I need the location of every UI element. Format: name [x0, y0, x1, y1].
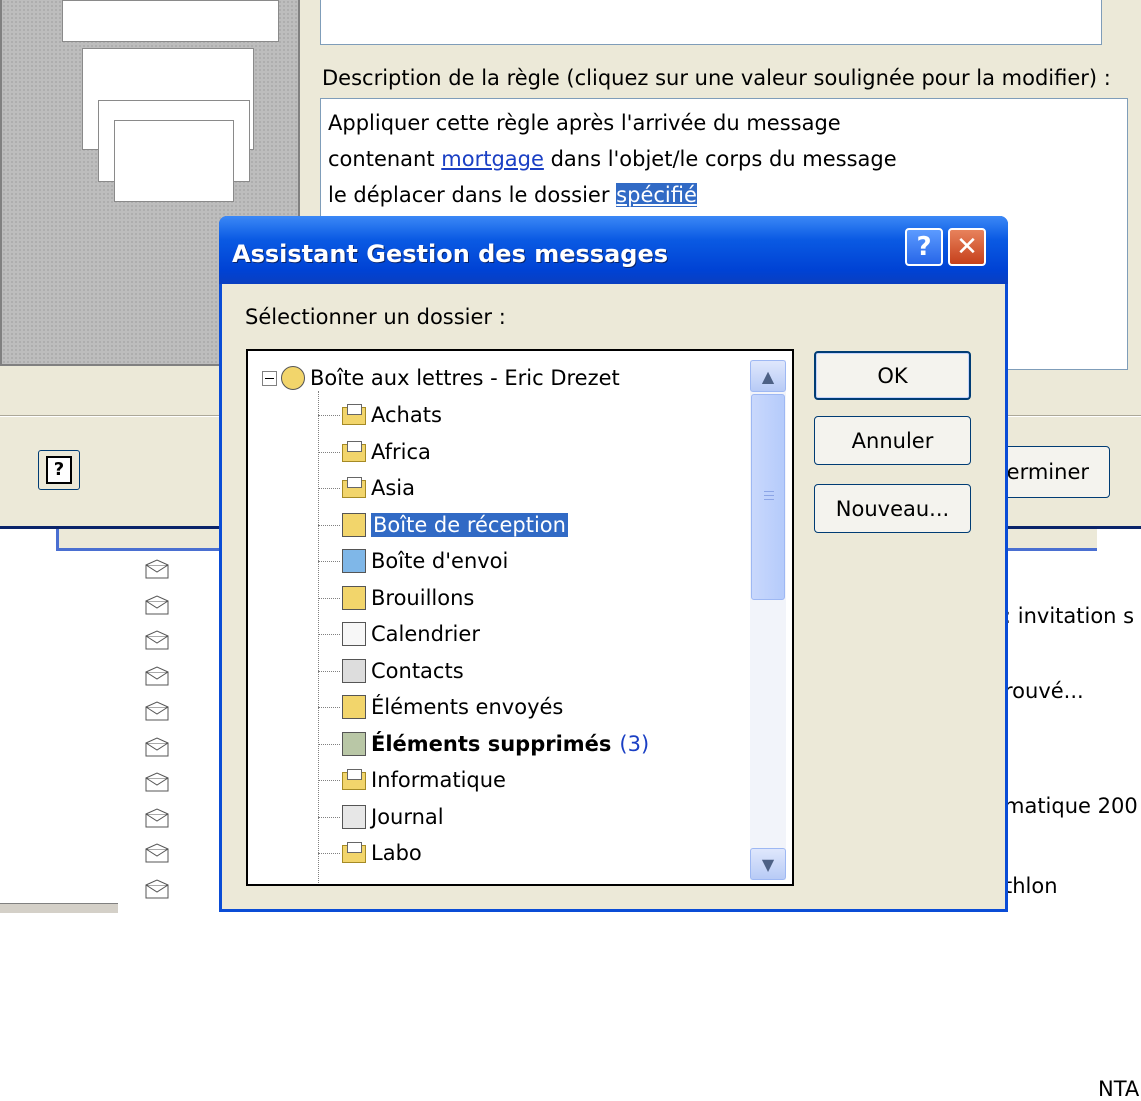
unread-count: (3): [619, 731, 650, 756]
folder-label: Achats: [371, 403, 442, 427]
help-icon[interactable]: ?: [905, 228, 943, 266]
folder-item[interactable]: Asia: [318, 471, 416, 505]
scroll-down-icon[interactable]: ▼: [750, 848, 786, 880]
folder-item[interactable]: Boîte d'envoi: [318, 544, 509, 578]
folder-label: Asia: [371, 476, 416, 500]
mail-folder-icon: [342, 477, 366, 499]
folder-label: Contacts: [371, 658, 464, 683]
help-icon: ?: [46, 456, 72, 484]
folder-item[interactable]: Éléments supprimés (3): [318, 727, 650, 761]
folder-link[interactable]: spécifié: [616, 183, 697, 207]
scroll-thumb[interactable]: [751, 394, 785, 600]
folder-label: Informatique: [371, 768, 506, 792]
folder-item[interactable]: Journal: [318, 800, 444, 834]
envelope-icon: [145, 594, 169, 615]
mail-folder-icon: [342, 769, 366, 791]
folder-label: Brouillons: [371, 585, 475, 610]
outbox-icon: [342, 549, 366, 573]
folder-label: Éléments envoyés: [371, 695, 564, 719]
collapse-icon[interactable]: [262, 370, 277, 386]
drafts-icon: [342, 585, 366, 610]
folder-label: Éléments supprimés: [371, 731, 612, 756]
rule-description-line: contenant mortgage dans l'objet/le corps…: [328, 147, 897, 171]
envelope-icon: [145, 665, 169, 686]
rule-description-line: le déplacer dans le dossier spécifié: [328, 183, 697, 207]
mail-folder-icon: [342, 440, 366, 463]
tree-root[interactable]: Boîte aux lettres - Eric Drezet: [262, 361, 620, 395]
rule-description-line: Appliquer cette règle après l'arrivée du…: [328, 111, 841, 135]
folder-item[interactable]: Labo: [318, 836, 422, 870]
folder-tree[interactable]: Boîte aux lettres - Eric Drezet Achats Af…: [246, 349, 794, 886]
folder-item[interactable]: Boîte de réception: [318, 508, 568, 542]
folder-label: Boîte d'envoi: [371, 549, 509, 573]
folder-item[interactable]: Calendrier: [318, 617, 480, 651]
folder-label: Journal: [371, 804, 444, 829]
new-folder-button[interactable]: Nouveau...: [814, 484, 971, 533]
mailbox-icon: [281, 366, 305, 390]
calendar-icon: [342, 622, 366, 646]
folder-label: Boîte de réception: [371, 512, 568, 537]
cancel-button[interactable]: Annuler: [814, 416, 971, 465]
ok-button[interactable]: OK: [814, 351, 971, 400]
envelope-icon: [145, 772, 169, 792]
folder-label: Calendrier: [371, 622, 480, 646]
inbox-icon: [342, 512, 366, 537]
select-folder-label: Sélectionner un dossier :: [245, 305, 506, 329]
folder-tree-scrollbar[interactable]: ▲ ▼: [750, 360, 786, 880]
message-snippet: matique 200: [1004, 794, 1138, 818]
deleted-items-icon: [342, 731, 366, 756]
mail-folder-icon: [342, 404, 366, 426]
dialog-title: Assistant Gestion des messages: [232, 240, 669, 268]
envelope-icon: [145, 630, 169, 650]
folder-item[interactable]: Éléments envoyés: [318, 690, 564, 724]
folder-item[interactable]: Brouillons: [318, 581, 475, 615]
envelope-icon: [145, 843, 169, 863]
scroll-up-icon[interactable]: ▲: [750, 360, 786, 392]
folder-item[interactable]: Informatique: [318, 763, 506, 797]
folder-item[interactable]: Africa: [318, 435, 431, 469]
journal-icon: [342, 804, 366, 829]
envelope-icon: [145, 807, 169, 828]
message-snippet: rouvé...: [1004, 679, 1084, 703]
message-snippet: thlon: [1004, 874, 1058, 898]
keyword-link[interactable]: mortgage: [441, 147, 544, 171]
message-snippet: NTA: [1098, 1077, 1140, 1101]
folder-label: Africa: [371, 439, 431, 464]
message-snippet: : invitation s: [1004, 604, 1135, 628]
envelope-icon: [145, 559, 169, 579]
conditions-list-box[interactable]: [320, 0, 1102, 45]
preview-envelope-icon: [114, 120, 234, 202]
folder-item[interactable]: Contacts: [318, 654, 464, 688]
rule-description-label: Description de la règle (cliquez sur une…: [322, 66, 1111, 90]
mail-folder-icon: [342, 842, 366, 864]
help-button[interactable]: ?: [38, 450, 80, 490]
envelope-icon: [145, 736, 169, 757]
preview-envelope-icon: [62, 0, 279, 42]
envelope-icon: [145, 701, 169, 721]
close-icon[interactable]: ✕: [948, 228, 986, 266]
contacts-icon: [342, 658, 366, 683]
envelope-icon: [145, 878, 169, 899]
sent-items-icon: [342, 695, 366, 719]
folder-item[interactable]: Achats: [318, 398, 442, 432]
folder-label: Labo: [371, 841, 422, 865]
